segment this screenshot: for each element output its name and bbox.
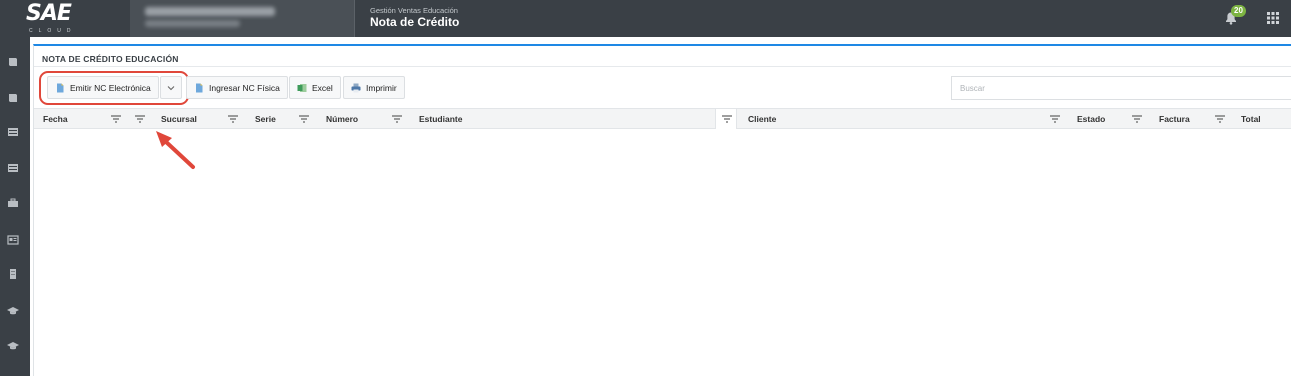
left-sidebar (0, 37, 30, 376)
book-icon[interactable] (7, 57, 19, 67)
list-icon[interactable] (7, 127, 19, 137)
divider (34, 66, 1291, 67)
panel-title: NOTA DE CRÉDITO EDUCACIÓN (42, 54, 179, 64)
filter-icon[interactable] (110, 114, 122, 124)
search-input[interactable] (951, 76, 1291, 100)
column-header[interactable]: Estudiante (419, 109, 462, 130)
toolbar: Emitir NC Electrónica Ingresar NC Física… (34, 70, 1291, 106)
column-header[interactable]: Número (326, 109, 358, 130)
briefcase-icon[interactable] (7, 198, 19, 208)
apps-grid-icon[interactable] (1267, 12, 1279, 24)
filter-icon[interactable] (227, 114, 239, 124)
column-header[interactable]: Fecha (43, 109, 68, 130)
filter-icon[interactable] (721, 114, 733, 124)
filter-icon[interactable] (391, 114, 403, 124)
filter-box[interactable] (715, 109, 737, 129)
excel-label: Excel (312, 82, 333, 93)
app-logo[interactable]: SAE CLOUD (26, 1, 86, 34)
column-header[interactable]: Cliente (748, 109, 776, 130)
logo-subtext: CLOUD (29, 28, 77, 34)
highlight-annotation (39, 71, 189, 105)
book-icon[interactable] (7, 93, 19, 103)
print-button[interactable]: Imprimir (343, 76, 405, 99)
module-name: Gestión Ventas Educación (370, 6, 458, 15)
column-header[interactable]: Sucursal (161, 109, 197, 130)
filter-icon[interactable] (298, 114, 310, 124)
list-icon[interactable] (7, 163, 19, 173)
credit-note-panel: NOTA DE CRÉDITO EDUCACIÓN Emitir NC Elec… (33, 44, 1291, 376)
graduation-cap-icon[interactable] (7, 341, 19, 351)
filter-icon[interactable] (1049, 114, 1061, 124)
document-icon (196, 83, 203, 92)
company-name-blurred (145, 7, 275, 16)
printer-icon (351, 83, 361, 92)
excel-button[interactable]: Excel (289, 76, 341, 99)
top-bar: SAE CLOUD Gestión Ventas Educación Nota … (0, 0, 1291, 37)
column-header[interactable]: Estado (1077, 109, 1105, 130)
ingresar-nc-fisica-button[interactable]: Ingresar NC Física (186, 76, 288, 99)
company-selector[interactable] (130, 0, 355, 37)
column-header[interactable]: Total (1241, 109, 1261, 130)
logo-text: SAE (26, 1, 72, 26)
grid-header: Fecha Sucursal Serie Número Estudiante C… (34, 108, 1291, 129)
column-header[interactable]: Serie (255, 109, 276, 130)
id-card-icon[interactable] (7, 235, 19, 245)
filter-icon[interactable] (1214, 114, 1226, 124)
filter-icon[interactable] (1131, 114, 1143, 124)
company-detail-blurred (145, 20, 240, 27)
filter-icon[interactable] (134, 114, 146, 124)
excel-icon (297, 83, 307, 92)
page-title: Nota de Crédito (370, 15, 460, 29)
column-header[interactable]: Factura (1159, 109, 1190, 130)
graduation-cap-icon[interactable] (7, 306, 19, 316)
building-icon[interactable] (7, 269, 19, 279)
notification-badge[interactable]: 20 (1231, 5, 1246, 17)
ingresar-nc-fisica-label: Ingresar NC Física (209, 82, 280, 93)
print-label: Imprimir (366, 82, 397, 93)
